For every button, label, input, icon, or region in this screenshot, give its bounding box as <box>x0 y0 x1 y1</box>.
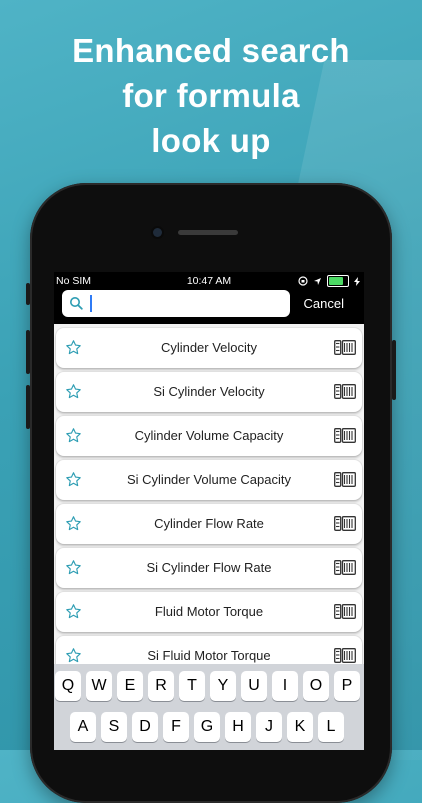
list-item[interactable]: Si Cylinder Flow Rate <box>56 548 362 588</box>
list-item[interactable]: Si Fluid Motor Torque <box>56 636 362 664</box>
list-item[interactable]: Si Cylinder Volume Capacity <box>56 460 362 500</box>
formula-list[interactable]: Cylinder Velocity Si Cylinder Velocity Cyl… <box>54 324 364 664</box>
key-g[interactable]: G <box>194 712 220 742</box>
key-f[interactable]: F <box>163 712 189 742</box>
formula-label: Fluid Motor Torque <box>154 604 264 619</box>
star-icon[interactable] <box>65 647 82 664</box>
search-input[interactable] <box>62 290 290 317</box>
list-item[interactable]: Cylinder Velocity <box>56 328 362 368</box>
key-t[interactable]: T <box>179 671 205 701</box>
earpiece-speaker <box>178 230 238 235</box>
calculator-icon[interactable] <box>334 472 356 492</box>
key-e[interactable]: E <box>117 671 143 701</box>
key-l[interactable]: L <box>318 712 344 742</box>
list-item[interactable]: Fluid Motor Torque <box>56 592 362 632</box>
cancel-button[interactable]: Cancel <box>304 296 344 311</box>
front-camera <box>153 228 162 237</box>
key-r[interactable]: R <box>148 671 174 701</box>
search-bar: Cancel <box>54 290 364 320</box>
phone-screen: No SIM 10:47 AM Cancel Cylinder Velocity… <box>54 272 364 750</box>
calculator-icon[interactable] <box>334 340 356 360</box>
star-icon[interactable] <box>65 427 82 449</box>
formula-label: Si Cylinder Velocity <box>153 384 265 399</box>
formula-label: Cylinder Velocity <box>160 340 258 355</box>
location-icon <box>314 277 321 285</box>
mute-switch <box>26 283 30 305</box>
list-item[interactable]: Cylinder Flow Rate <box>56 504 362 544</box>
key-q[interactable]: Q <box>55 671 81 701</box>
star-icon[interactable] <box>65 471 82 493</box>
formula-label: Si Cylinder Volume Capacity <box>126 472 292 487</box>
key-y[interactable]: Y <box>210 671 236 701</box>
calculator-icon[interactable] <box>334 648 356 664</box>
calculator-icon[interactable] <box>334 516 356 536</box>
formula-label: Si Cylinder Flow Rate <box>146 560 272 575</box>
headline-line-3: look up <box>151 122 271 159</box>
key-u[interactable]: U <box>241 671 267 701</box>
formula-label: Cylinder Flow Rate <box>154 516 264 531</box>
key-w[interactable]: W <box>86 671 112 701</box>
headline-line-2: for formula <box>122 77 300 114</box>
volume-up-button <box>26 330 30 374</box>
key-d[interactable]: D <box>132 712 158 742</box>
star-icon[interactable] <box>65 339 82 361</box>
key-o[interactable]: O <box>303 671 329 701</box>
star-icon[interactable] <box>65 603 82 625</box>
battery-icon <box>327 275 349 287</box>
key-a[interactable]: A <box>70 712 96 742</box>
orientation-lock-icon <box>298 276 308 286</box>
calculator-icon[interactable] <box>334 604 356 624</box>
battery-level <box>329 277 344 285</box>
keyboard: QWERTYUIOP ASDFGHJKL <box>54 664 364 750</box>
keyboard-row-2: ASDFGHJKL <box>54 712 364 742</box>
power-button <box>392 340 396 400</box>
text-caret <box>90 295 92 312</box>
headline-line-1: Enhanced search <box>72 32 350 69</box>
search-icon <box>70 297 83 310</box>
star-icon[interactable] <box>65 559 82 581</box>
star-icon[interactable] <box>65 383 82 405</box>
promo-headline: Enhanced search for formula look up <box>0 28 422 163</box>
keyboard-row-1: QWERTYUIOP <box>54 671 364 701</box>
key-s[interactable]: S <box>101 712 127 742</box>
status-bar: No SIM 10:47 AM <box>54 272 364 290</box>
calculator-icon[interactable] <box>334 560 356 580</box>
key-h[interactable]: H <box>225 712 251 742</box>
star-icon[interactable] <box>65 515 82 537</box>
calculator-icon[interactable] <box>334 384 356 404</box>
list-item[interactable]: Si Cylinder Velocity <box>56 372 362 412</box>
status-icons <box>298 275 360 287</box>
key-p[interactable]: P <box>334 671 360 701</box>
volume-down-button <box>26 385 30 429</box>
key-i[interactable]: I <box>272 671 298 701</box>
formula-label: Cylinder Volume Capacity <box>134 428 284 443</box>
calculator-icon[interactable] <box>334 428 356 448</box>
key-k[interactable]: K <box>287 712 313 742</box>
charging-bolt-icon <box>354 276 360 286</box>
formula-label: Si Fluid Motor Torque <box>147 648 271 663</box>
key-j[interactable]: J <box>256 712 282 742</box>
list-item[interactable]: Cylinder Volume Capacity <box>56 416 362 456</box>
